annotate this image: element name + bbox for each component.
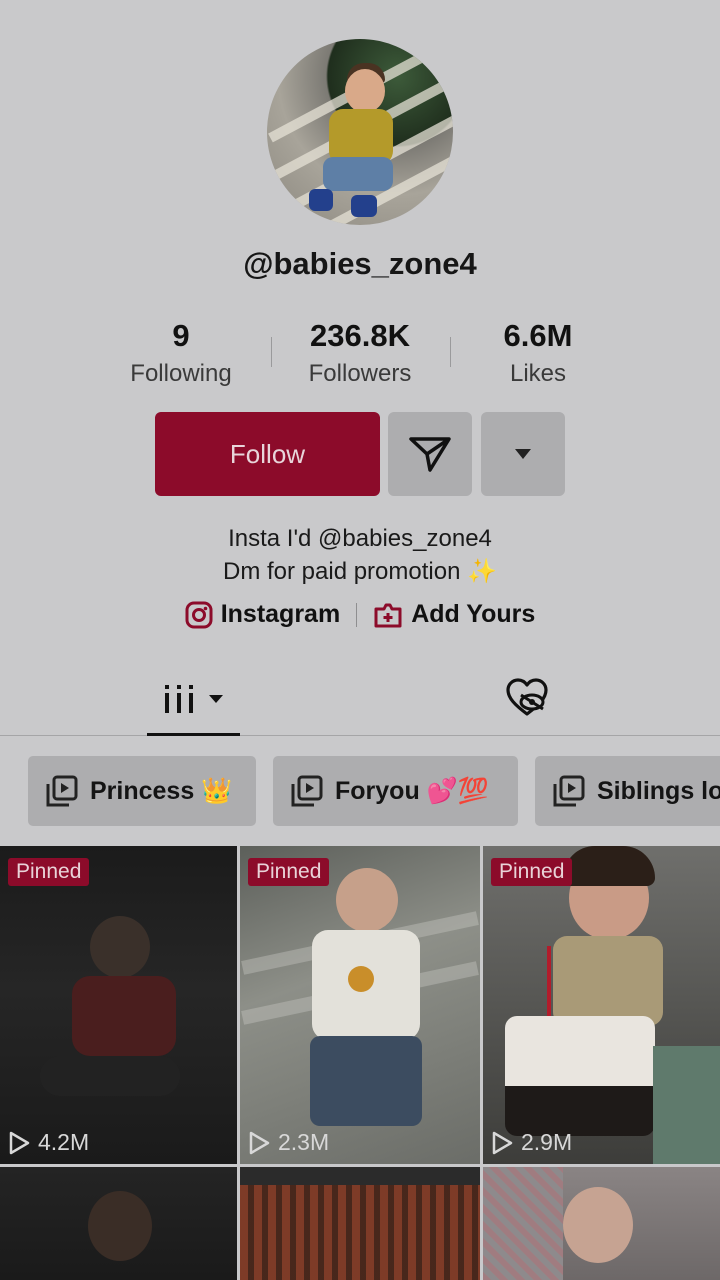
playlist-icon <box>291 775 323 807</box>
video-thumbnail[interactable]: Pinned 2.3M <box>240 846 480 1164</box>
profile-links: Instagram Add Yours <box>0 600 720 629</box>
stat-label: Following <box>130 360 232 387</box>
instagram-label: Instagram <box>220 600 341 628</box>
video-grid: Pinned 4.2M Pinned 2.3M Pinned 2.9M <box>0 846 720 1280</box>
add-yours-label: Add Yours <box>411 600 536 628</box>
view-count: 2.9M <box>491 1129 572 1156</box>
links-divider <box>356 602 358 627</box>
content-tabs <box>0 662 720 736</box>
follow-button[interactable]: Follow <box>155 412 380 496</box>
stat-value: 236.8K <box>310 318 410 353</box>
stat-followers[interactable]: 236.8K Followers <box>275 318 445 388</box>
stat-label: Followers <box>308 360 412 387</box>
avatar[interactable] <box>267 39 453 225</box>
stat-likes[interactable]: 6.6M Likes <box>453 318 623 388</box>
view-count-label: 4.2M <box>38 1129 90 1155</box>
caret-down-icon <box>515 449 531 459</box>
playlist-chip[interactable]: Princess 👑 <box>28 756 256 826</box>
video-thumbnail[interactable] <box>0 1167 237 1280</box>
view-count-label: 2.9M <box>521 1129 573 1155</box>
playlist-icon <box>553 775 585 807</box>
play-icon <box>492 1131 513 1154</box>
more-options-button[interactable] <box>481 412 565 496</box>
playlist-chip[interactable]: Foryou 💕💯 <box>273 756 518 826</box>
caret-down-icon <box>208 695 223 703</box>
bio-line: Dm for paid promotion ✨ <box>223 558 497 585</box>
tab-videos[interactable] <box>147 662 240 736</box>
pinned-badge: Pinned <box>248 858 330 886</box>
stat-value: 6.6M <box>503 318 573 353</box>
active-tab-indicator <box>147 733 240 736</box>
playlist-icon <box>46 775 78 807</box>
status-bar-fragment <box>560 0 680 4</box>
play-icon <box>249 1131 270 1154</box>
playlist-label: Siblings lo <box>597 776 720 805</box>
add-yours-link[interactable]: Add Yours <box>373 600 535 629</box>
bio-line: Insta I'd @babies_zone4 <box>228 525 492 552</box>
stats-divider <box>271 337 272 367</box>
view-count-label: 2.3M <box>278 1129 330 1155</box>
video-thumbnail[interactable] <box>483 1167 720 1280</box>
pinned-badge: Pinned <box>491 858 573 886</box>
playlist-row: Princess 👑 Foryou 💕💯 Siblings lo <box>0 756 720 826</box>
tab-liked-videos[interactable] <box>505 678 549 718</box>
video-thumbnail[interactable] <box>240 1167 480 1280</box>
grid-icon <box>164 685 193 713</box>
video-thumbnail[interactable]: Pinned 2.9M <box>483 846 720 1164</box>
playlist-chip[interactable]: Siblings lo <box>535 756 720 826</box>
stats-divider <box>450 337 451 367</box>
view-count: 2.3M <box>248 1129 329 1156</box>
instagram-icon <box>185 601 213 628</box>
stats-row: 9 Following 236.8K Followers 6.6M Likes <box>0 318 720 398</box>
hidden-heart-icon <box>506 678 548 716</box>
message-button[interactable] <box>388 412 472 496</box>
playlist-label: Princess 👑 <box>90 776 233 805</box>
playlist-label: Foryou 💕💯 <box>335 776 489 805</box>
username: @babies_zone4 <box>243 246 477 281</box>
instagram-link[interactable]: Instagram <box>185 600 340 629</box>
play-icon <box>9 1131 30 1154</box>
stat-following[interactable]: 9 Following <box>96 318 266 388</box>
view-count: 4.2M <box>8 1129 89 1156</box>
video-thumbnail[interactable]: Pinned 4.2M <box>0 846 237 1164</box>
stat-value: 9 <box>172 318 190 353</box>
send-icon <box>409 437 451 472</box>
pinned-badge: Pinned <box>8 858 90 886</box>
stat-label: Likes <box>509 360 567 387</box>
add-yours-icon <box>374 603 402 627</box>
bio: Insta I'd @babies_zone4 Dm for paid prom… <box>0 522 720 588</box>
